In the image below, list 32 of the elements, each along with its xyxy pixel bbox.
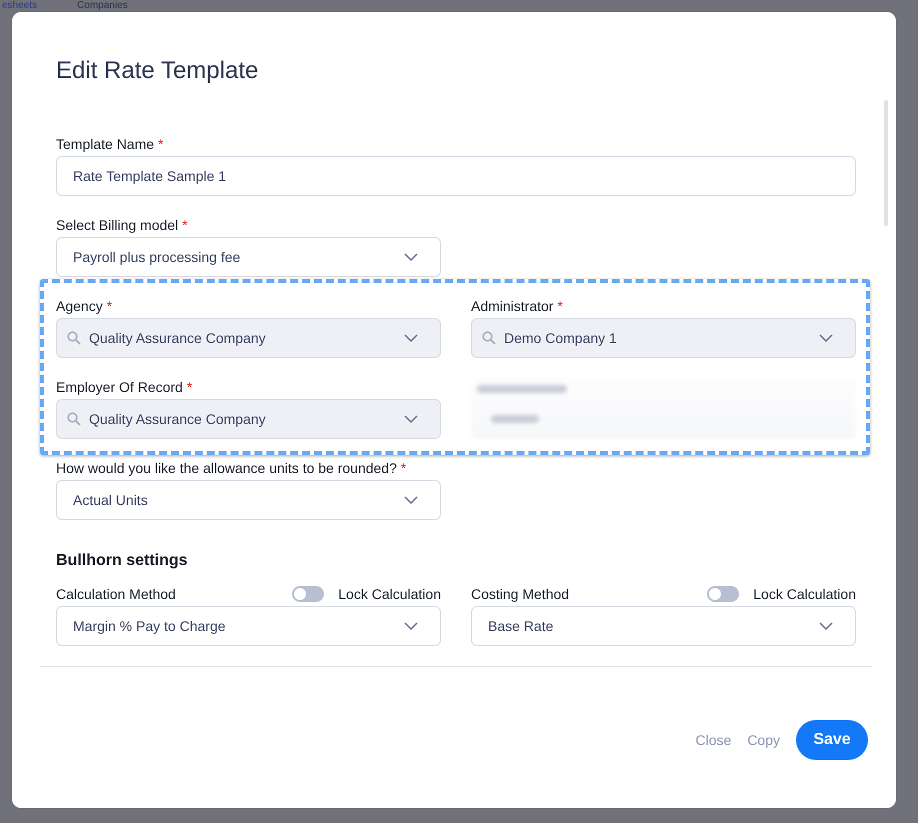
toggle-label: Lock Calculation — [753, 585, 856, 604]
toggle-label: Lock Calculation — [338, 585, 441, 604]
field-label: Template Name * — [56, 135, 164, 154]
method-select[interactable]: Base Rate — [471, 606, 856, 646]
background-tab-label: Companies — [77, 0, 128, 11]
billing-model-select[interactable]: Payroll plus processing fee — [56, 237, 441, 277]
rounding-select[interactable]: Actual Units — [56, 480, 441, 520]
field-label: Agency * — [56, 297, 114, 316]
field-label: Costing Method — [471, 585, 570, 604]
dialog-title: Edit Rate Template — [56, 56, 260, 86]
chevron-down-icon — [404, 496, 418, 504]
template-name-field[interactable]: Rate Template Sample 1 — [56, 156, 856, 196]
method-select[interactable]: Margin % Pay to Charge — [56, 606, 441, 646]
lock-toggle[interactable] — [292, 586, 324, 602]
field-label: Calculation Method — [56, 585, 177, 604]
search-icon — [67, 412, 81, 426]
section-heading: Bullhorn settings — [56, 551, 189, 571]
chevron-down-icon — [404, 415, 418, 423]
search-icon — [482, 331, 496, 345]
chevron-down-icon — [819, 334, 833, 342]
chevron-down-icon — [404, 253, 418, 261]
save-button[interactable]: Save — [796, 720, 868, 760]
chevron-down-icon — [404, 334, 418, 342]
lock-toggle[interactable] — [707, 586, 740, 602]
field-label: Administrator * — [471, 297, 564, 316]
field-label: How would you like the allowance units to be rounded? * — [56, 459, 408, 478]
chevron-down-icon — [819, 622, 833, 630]
chevron-down-icon — [404, 622, 418, 630]
field-label: Employer Of Record * — [56, 378, 194, 397]
background-tab-label: esheets — [2, 0, 38, 11]
search-icon — [67, 331, 81, 345]
field-label: Select Billing model * — [56, 216, 189, 235]
